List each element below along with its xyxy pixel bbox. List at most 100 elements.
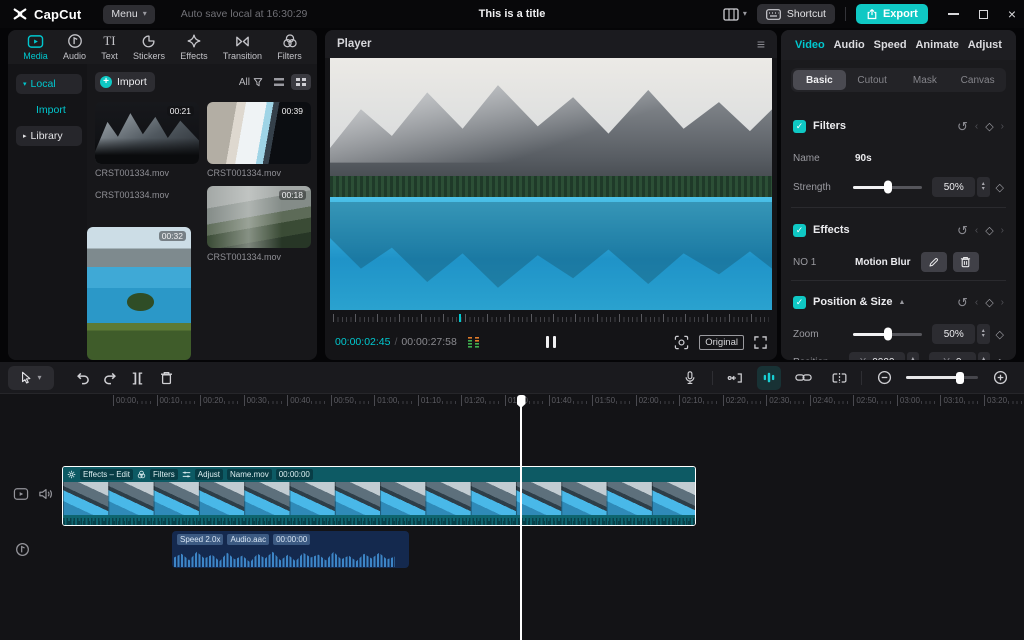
strength-stepper[interactable]: ▴▾ — [977, 177, 990, 197]
fullscreen-icon[interactable] — [754, 336, 767, 349]
collapse-icon[interactable]: ▲ — [898, 299, 905, 306]
media-item[interactable]: 00:39 CRST001334.mov — [207, 102, 311, 178]
tab-effects[interactable]: Effects — [180, 33, 207, 61]
subtab-cutout[interactable]: Cutout — [846, 70, 899, 90]
audio-levels-icon[interactable] — [467, 335, 481, 349]
sidebar-item-local[interactable]: ▾ Local — [16, 74, 82, 94]
mute-track-icon[interactable] — [38, 487, 54, 501]
zoom-out-button[interactable] — [870, 366, 898, 390]
ruler-label: 02:30 — [766, 395, 810, 406]
maximize-button[interactable] — [979, 10, 988, 19]
export-button[interactable]: Export — [856, 4, 928, 24]
tab-media[interactable]: Media — [23, 34, 48, 61]
tab-video[interactable]: Video — [795, 39, 825, 51]
tab-text[interactable]: TI Text — [101, 34, 118, 61]
tab-animate[interactable]: Animate — [915, 39, 958, 51]
sidebar-item-library[interactable]: ▸ Library — [16, 126, 82, 146]
auto-snap-button[interactable] — [721, 366, 749, 390]
filters-checkbox[interactable]: ✓ — [793, 120, 806, 133]
tab-transition[interactable]: Transition — [223, 34, 262, 61]
audio-clip[interactable]: Speed 2.0x Audio.aac 00:00:00 — [172, 531, 409, 568]
tab-adjust[interactable]: Adjust — [968, 39, 1002, 51]
tab-audio[interactable]: Audio — [63, 33, 86, 61]
video-preview[interactable] — [330, 58, 772, 310]
shortcut-button[interactable]: Shortcut — [757, 4, 835, 24]
grid-view-button[interactable] — [291, 74, 311, 90]
filter-all-dropdown[interactable]: All — [239, 77, 263, 88]
zoom-in-button[interactable] — [986, 366, 1014, 390]
overlap-split-button[interactable] — [825, 366, 853, 390]
record-voiceover-button[interactable] — [676, 366, 704, 390]
focus-frame-icon[interactable] — [674, 335, 689, 350]
tab-audio-settings[interactable]: Audio — [834, 39, 865, 51]
delete-button[interactable] — [152, 366, 180, 390]
zoom-stepper[interactable]: ▴▾ — [977, 324, 990, 344]
undo-button[interactable] — [68, 366, 96, 390]
sidebar-item-import[interactable]: Import — [16, 100, 82, 120]
video-track-icon[interactable] — [13, 487, 29, 501]
minimize-button[interactable] — [948, 13, 959, 15]
effects-edit-badge[interactable]: Effects – Edit — [80, 469, 133, 480]
add-keyframe-icon[interactable]: ◇ — [996, 328, 1004, 341]
next-keyframe-icon[interactable]: › — [1001, 297, 1004, 308]
media-item[interactable]: 00:32 CRST001334.mov — [95, 186, 199, 262]
position-x-input[interactable]: X 0000 — [849, 352, 905, 360]
import-button[interactable]: + Import — [95, 72, 155, 92]
delete-effect-button[interactable] — [953, 252, 979, 272]
main-track-magnet-button[interactable] — [757, 366, 781, 390]
player-seek-ruler[interactable] — [333, 314, 769, 322]
media-library-panel: Media Audio TI Text Stickers Effects Tra… — [8, 30, 317, 360]
position-y-input[interactable]: Y 0 — [929, 352, 976, 360]
next-keyframe-icon[interactable]: › — [1001, 121, 1004, 132]
media-item[interactable]: 00:18 CRST001334.mov — [207, 186, 311, 262]
reset-icon[interactable]: ↺ — [957, 224, 968, 237]
close-button[interactable]: × — [1008, 7, 1016, 21]
add-keyframe-icon[interactable]: ◇ — [996, 181, 1004, 194]
add-keyframe-icon[interactable]: ◇ — [996, 356, 1004, 361]
edit-effect-button[interactable] — [921, 252, 947, 272]
media-item[interactable]: 00:21 CRST001334.mov — [95, 102, 199, 178]
layout-switch-button[interactable]: ▾ — [723, 8, 747, 21]
zoom-value[interactable]: 50% — [932, 324, 975, 344]
menu-button[interactable]: Menu ▾ — [103, 5, 154, 24]
strength-value[interactable]: 50% — [932, 177, 975, 197]
position-x-stepper[interactable]: ▴▾ — [907, 352, 919, 360]
filters-badge[interactable]: Filters — [150, 469, 178, 480]
tab-stickers[interactable]: Stickers — [133, 33, 165, 61]
next-keyframe-icon[interactable]: › — [1001, 225, 1004, 236]
reset-icon[interactable]: ↺ — [957, 296, 968, 309]
subtab-canvas[interactable]: Canvas — [951, 70, 1004, 90]
keyframe-icon[interactable]: ◇ — [985, 224, 993, 237]
strength-slider[interactable] — [853, 186, 923, 189]
prev-keyframe-icon[interactable]: ‹ — [975, 121, 978, 132]
tab-speed[interactable]: Speed — [874, 39, 907, 51]
position-size-checkbox[interactable]: ✓ — [793, 296, 806, 309]
tab-filters[interactable]: Filters — [277, 33, 302, 61]
position-y-stepper[interactable]: ▴▾ — [978, 352, 990, 360]
prev-keyframe-icon[interactable]: ‹ — [975, 297, 978, 308]
timeline-zoom-slider[interactable] — [906, 376, 978, 379]
effects-checkbox[interactable]: ✓ — [793, 224, 806, 237]
adjust-badge[interactable]: Adjust — [195, 469, 223, 480]
chevron-down-icon: ▾ — [743, 10, 747, 18]
keyframe-icon[interactable]: ◇ — [985, 296, 993, 309]
timeline-ruler[interactable]: 00:0000:1000:2000:3000:4000:5001:0001:10… — [0, 395, 1024, 409]
subtab-basic[interactable]: Basic — [793, 70, 846, 90]
subtab-mask[interactable]: Mask — [899, 70, 952, 90]
audio-track-icon[interactable] — [15, 542, 30, 557]
original-quality-button[interactable]: Original — [699, 335, 744, 350]
speed-badge[interactable]: Speed 2.0x — [177, 534, 223, 545]
playhead[interactable] — [520, 395, 522, 640]
split-button[interactable]: ][ — [124, 366, 152, 390]
select-tool-button[interactable]: ▾ — [8, 366, 54, 390]
pause-button[interactable] — [546, 336, 556, 348]
prev-keyframe-icon[interactable]: ‹ — [975, 225, 978, 236]
video-clip[interactable]: Effects – Edit Filters Adjust Name.mov 0… — [62, 466, 696, 526]
reset-icon[interactable]: ↺ — [957, 120, 968, 133]
player-menu-icon[interactable]: ≡ — [757, 36, 765, 52]
zoom-slider[interactable] — [853, 333, 923, 336]
list-view-button[interactable] — [269, 74, 289, 90]
keyframe-icon[interactable]: ◇ — [985, 120, 993, 133]
redo-button[interactable] — [96, 366, 124, 390]
link-button[interactable] — [789, 366, 817, 390]
